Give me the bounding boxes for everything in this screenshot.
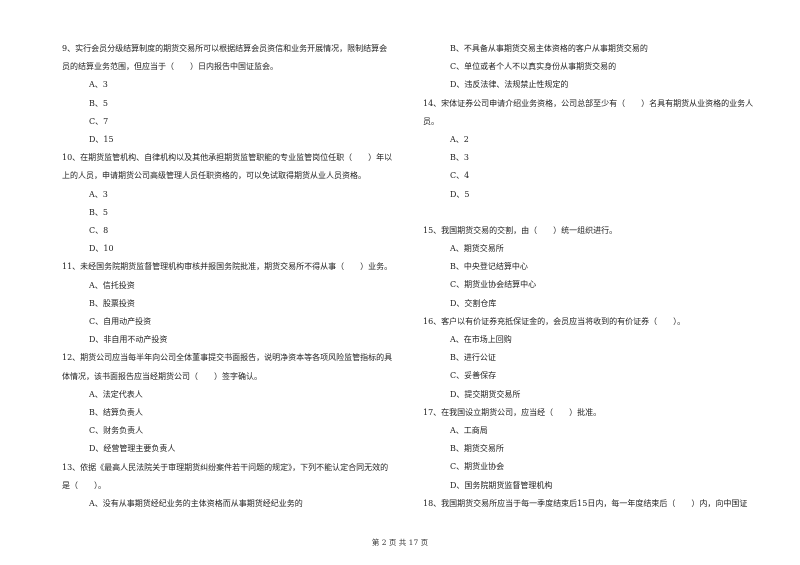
question-stem: 9、实行会员分级结算制度的期货交易所可以根据结算会员资信和业务开展情况，限制结算… <box>62 44 388 53</box>
option-d: D、国务院期货监督管理机构 <box>450 480 553 490</box>
question-stem: 16、客户以有价证券充抵保证金的，会员应当将收到的有价证券（ ）。 <box>423 316 686 326</box>
option-a: A、在市场上回购 <box>450 335 512 345</box>
option-d: D、交割仓库 <box>450 298 497 308</box>
option-c: C、单位或者个人不以真实身份从事期货交易的 <box>450 62 617 72</box>
option-b: B、5 <box>89 98 108 108</box>
question-stem: 17、在我国设立期货公司，应当经（ ）批准。 <box>423 407 602 417</box>
option-a: A、2 <box>450 135 469 145</box>
question-11: 11、未经国务院期货监督管理机构审核并报国务院批准，期货交易所不得从事（ ）业务… <box>62 258 402 349</box>
option-c: C、期货业协会结算中心 <box>450 280 537 290</box>
question-9: 9、实行会员分级结算制度的期货交易所可以根据结算会员资信和业务开展情况，限制结算… <box>62 40 402 149</box>
question-18: 18、我国期货交易所应当于每一季度结束后15日内，每一年度结束后（ ）内，向中国… <box>423 495 768 513</box>
option-a: A、期货交易所 <box>450 244 504 254</box>
option-d: D、10 <box>89 244 114 254</box>
question-17: 17、在我国设立期货公司，应当经（ ）批准。 A、工商局 B、期货交易所 C、期… <box>423 404 768 495</box>
option-d: D、非自用不动产投资 <box>89 335 168 345</box>
option-c: C、自用动产投资 <box>89 317 152 327</box>
question-stem: 10、在期货监管机构、自律机构以及其他承担期货监管职能的专业监管岗位任职（ ）年… <box>62 153 393 163</box>
option-d: D、提交期货交易所 <box>450 389 521 399</box>
option-c: C、8 <box>89 226 109 236</box>
option-a: A、3 <box>89 189 108 199</box>
option-a: A、没有从事期货经纪业务的主体资格而从事期货经纪业务的 <box>89 499 303 509</box>
question-stem: 18、我国期货交易所应当于每一季度结束后15日内，每一年度结束后（ ）内，向中国… <box>423 498 748 508</box>
option-c: C、财务负责人 <box>89 426 144 436</box>
page-number: 第 2 页 共 17 页 <box>371 538 429 547</box>
question-15: 15、我国期货交易的交割，由（ ）统一组织进行。 A、期货交易所 B、中央登记结… <box>423 222 768 313</box>
option-b: B、结算负责人 <box>89 408 143 418</box>
option-c: C、期货业协会 <box>450 462 505 472</box>
option-b: B、期货交易所 <box>450 444 504 454</box>
option-c: C、7 <box>89 116 109 126</box>
question-stem: 员。 <box>423 116 439 126</box>
question-stem: 11、未经国务院期货监督管理机构审核并报国务院批准，期货交易所不得从事（ ）业务… <box>62 262 393 272</box>
option-c: C、妥善保存 <box>450 371 497 381</box>
question-12: 12、期货公司应当每半年向公司全体董事提交书面报告，说明净资本等各项风险监管指标… <box>62 349 402 458</box>
option-b: B、3 <box>450 153 469 163</box>
question-14: 14、宋体证券公司申请介绍业务资格，公司总部至少有（ ）名具有期货从业资格的业务… <box>423 95 768 204</box>
question-stem: 体情况，该书面报告应当经期货公司（ ）签字确认。 <box>62 371 262 381</box>
option-b: B、5 <box>89 207 108 217</box>
question-stem: 是（ ）。 <box>62 480 106 490</box>
option-d: D、5 <box>450 189 470 199</box>
option-b: B、股票投资 <box>89 298 135 308</box>
question-stem: 员的结算业务范围，但应当于（ ）日内报告中国证监会。 <box>62 62 278 72</box>
option-d: D、违反法律、法规禁止性规定的 <box>450 80 569 90</box>
option-a: A、3 <box>89 80 108 90</box>
option-a: A、信托投资 <box>89 280 135 290</box>
option-a: A、法定代表人 <box>89 389 143 399</box>
option-b: B、中央登记结算中心 <box>450 262 528 272</box>
question-stem: 14、宋体证券公司申请介绍业务资格，公司总部至少有（ ）名具有期货从业资格的业务… <box>423 98 754 108</box>
option-c: C、4 <box>450 171 470 181</box>
question-13-continued: B、不具备从事期货交易主体资格的客户从事期货交易的 C、单位或者个人不以真实身份… <box>423 40 768 95</box>
question-stem: 上的人员，申请期货公司高级管理人员任职资格的，可以免试取得期货从业人员资格。 <box>62 171 366 181</box>
option-d: D、15 <box>89 135 114 145</box>
option-a: A、工商局 <box>450 426 488 436</box>
question-16: 16、客户以有价证券充抵保证金的，会员应当将收到的有价证券（ ）。 A、在市场上… <box>423 313 768 404</box>
question-stem: 15、我国期货交易的交割，由（ ）统一组织进行。 <box>423 225 618 235</box>
left-column: 9、实行会员分级结算制度的期货交易所可以根据结算会员资信和业务开展情况，限制结算… <box>62 40 402 513</box>
question-10: 10、在期货监管机构、自律机构以及其他承担期货监管职能的专业监管岗位任职（ ）年… <box>62 149 402 258</box>
option-b: B、进行公证 <box>450 353 496 363</box>
right-column: B、不具备从事期货交易主体资格的客户从事期货交易的 C、单位或者个人不以真实身份… <box>423 40 768 513</box>
question-stem: 13、依据《最高人民法院关于审理期货纠纷案件若干问题的规定》，下列不能认定合同无… <box>62 462 389 472</box>
option-b: B、不具备从事期货交易主体资格的客户从事期货交易的 <box>450 44 648 53</box>
question-stem: 12、期货公司应当每半年向公司全体董事提交书面报告，说明净资本等各项风险监管指标… <box>62 353 393 363</box>
option-d: D、经营管理主要负责人 <box>89 444 176 454</box>
question-13: 13、依据《最高人民法院关于审理期货纠纷案件若干问题的规定》，下列不能认定合同无… <box>62 459 402 514</box>
